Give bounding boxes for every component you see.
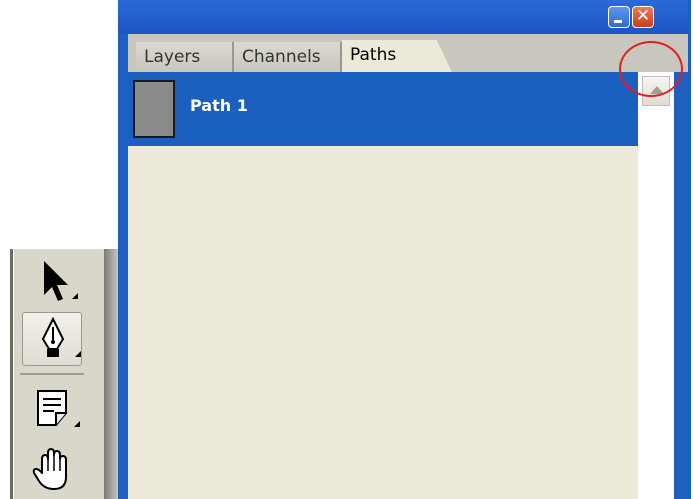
toolbox-divider	[20, 373, 84, 375]
tab-channels[interactable]: Channels	[234, 42, 342, 72]
tab-paths[interactable]: Paths	[342, 40, 452, 72]
path-thumbnail	[133, 80, 175, 138]
vertical-scrollbar[interactable]	[638, 72, 674, 499]
hand-tool-icon	[32, 448, 67, 490]
palette-tab-strip: Layers Channels Paths	[128, 34, 688, 105]
path-selection-tool[interactable]	[22, 255, 82, 309]
paths-list: Path 1	[128, 72, 638, 499]
path-selection-arrow-icon	[44, 261, 78, 301]
path-name: Path 1	[190, 96, 248, 115]
paths-palette-window: ✕ Layers Channels Paths Path 1	[118, 0, 691, 499]
tab-layers[interactable]: Layers	[136, 42, 234, 72]
hand-tool[interactable]	[22, 443, 82, 497]
toolbox-edge	[10, 249, 13, 499]
notes-icon	[37, 390, 80, 427]
path-row[interactable]: Path 1	[128, 72, 638, 146]
pen-tool[interactable]	[22, 312, 82, 366]
annotation-circle-menu	[619, 41, 683, 97]
toolbox	[0, 249, 118, 499]
toolbox-shadow	[104, 249, 118, 499]
palette-titlebar[interactable]: ✕	[118, 0, 688, 34]
close-button[interactable]: ✕	[632, 6, 654, 28]
minimize-button[interactable]	[608, 6, 630, 28]
pen-tool-icon	[41, 316, 81, 357]
notes-tool[interactable]	[22, 383, 82, 437]
